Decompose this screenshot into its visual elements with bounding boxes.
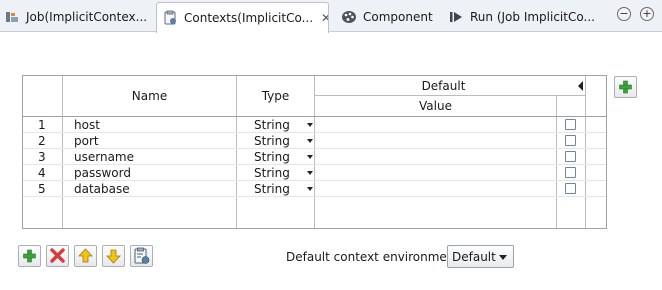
prompt-checkbox[interactable]	[565, 167, 576, 178]
chevron-down-icon	[499, 255, 507, 260]
row-number: 1	[38, 118, 46, 132]
variable-name[interactable]: host	[74, 117, 100, 133]
variable-name[interactable]: database	[74, 181, 130, 197]
row-number: 5	[38, 182, 46, 196]
move-up-icon	[78, 248, 93, 263]
add-icon	[23, 249, 36, 263]
prompt-checkbox[interactable]	[565, 183, 576, 194]
minimize-icon[interactable]: −	[617, 7, 631, 21]
tab-contexts[interactable]: Contexts(ImplicitCo... ✕	[156, 2, 329, 33]
default-context-value: Default	[452, 250, 496, 264]
chevron-down-icon[interactable]	[307, 155, 313, 159]
move-up-button[interactable]	[74, 245, 97, 267]
default-context-label: Default context environment	[286, 250, 460, 264]
variable-type[interactable]: String	[254, 117, 290, 133]
maximize-icon[interactable]: +	[640, 7, 654, 21]
row-number: 2	[38, 134, 46, 148]
variable-name[interactable]: username	[74, 149, 134, 165]
chevron-down-icon[interactable]	[307, 123, 313, 127]
collapse-arrow-icon[interactable]	[578, 81, 583, 91]
tab-contexts-label: Contexts(ImplicitCo...	[184, 11, 314, 25]
chevron-down-icon[interactable]	[307, 139, 313, 143]
context-variables-table[interactable]: Name Type Default Value 1 host String 2 …	[22, 75, 607, 229]
run-icon	[448, 9, 464, 25]
column-header-value[interactable]: Value	[315, 99, 556, 113]
add-icon	[619, 80, 632, 94]
variable-value[interactable]	[321, 181, 551, 197]
add-context-button[interactable]	[614, 76, 637, 98]
variable-name[interactable]: password	[74, 165, 131, 181]
row-number: 3	[38, 150, 46, 164]
tab-job-label: Job(ImplicitContex...	[26, 10, 148, 24]
add-variable-button[interactable]	[18, 245, 41, 267]
tab-run-label: Run (Job ImplicitCo...	[470, 10, 595, 24]
variable-type[interactable]: String	[254, 149, 290, 165]
variable-type[interactable]: String	[254, 133, 290, 149]
contexts-icon	[162, 10, 178, 26]
editor-tab-bar: Job(ImplicitContex... Contexts(ImplicitC…	[0, 0, 662, 33]
chevron-down-icon[interactable]	[307, 187, 313, 191]
default-context-select[interactable]: Default	[447, 245, 514, 268]
column-header-type[interactable]: Type	[237, 89, 314, 103]
variable-value[interactable]	[321, 133, 551, 149]
row-number: 4	[38, 166, 46, 180]
variable-value[interactable]	[321, 117, 551, 133]
delete-icon	[50, 248, 65, 263]
move-down-icon	[106, 249, 121, 264]
manage-contexts-icon	[134, 247, 150, 264]
tab-component-label: Component	[363, 10, 433, 24]
variable-value[interactable]	[321, 165, 551, 181]
chevron-down-icon[interactable]	[307, 171, 313, 175]
variable-name[interactable]: port	[74, 133, 99, 149]
palette-icon	[341, 9, 357, 25]
prompt-checkbox[interactable]	[565, 135, 576, 146]
manage-contexts-button[interactable]	[130, 245, 153, 267]
column-header-name[interactable]: Name	[63, 89, 236, 103]
tab-job[interactable]: Job(ImplicitContex...	[4, 2, 154, 32]
variable-value[interactable]	[321, 149, 551, 165]
prompt-checkbox[interactable]	[565, 119, 576, 130]
tab-run[interactable]: Run (Job ImplicitCo...	[448, 2, 598, 32]
tab-component[interactable]: Component	[341, 2, 441, 32]
job-icon	[4, 9, 20, 25]
move-down-button[interactable]	[102, 245, 125, 267]
column-header-default[interactable]: Default	[315, 79, 572, 93]
close-icon[interactable]: ✕	[321, 11, 328, 25]
variable-type[interactable]: String	[254, 165, 290, 181]
variable-type[interactable]: String	[254, 181, 290, 197]
delete-variable-button[interactable]	[46, 245, 69, 267]
prompt-checkbox[interactable]	[565, 151, 576, 162]
